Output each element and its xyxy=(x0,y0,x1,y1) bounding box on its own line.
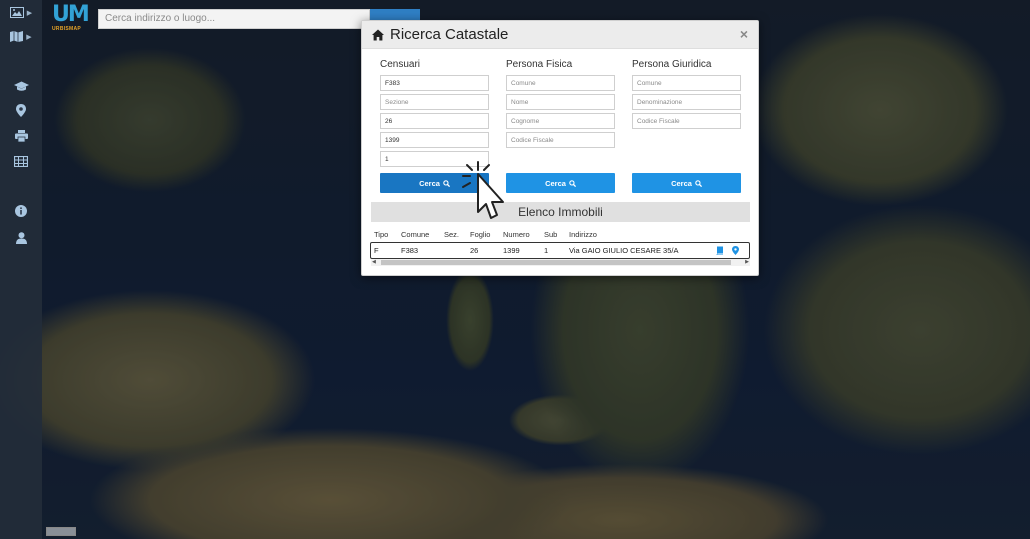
foglio-field[interactable]: 26 xyxy=(380,113,489,129)
mouse-cursor-icon xyxy=(462,161,504,219)
col-numero: Numero xyxy=(503,230,530,239)
locate-button[interactable] xyxy=(0,101,42,123)
user-button[interactable] xyxy=(0,228,42,250)
comune-field[interactable]: F383 xyxy=(380,75,489,91)
pf-nome-field[interactable]: Nome xyxy=(506,94,615,110)
search-input[interactable]: Cerca indirizzo o luogo... xyxy=(98,9,370,29)
persona-giuridica-column: Persona Giuridica Comune Denominazione C… xyxy=(632,59,742,129)
censuari-column: Censuari F383 Sezione 26 1399 1 xyxy=(380,59,490,167)
close-icon[interactable]: × xyxy=(740,26,748,42)
pf-cognome-field[interactable]: Cognome xyxy=(506,113,615,129)
cell-sub: 1 xyxy=(544,246,549,255)
persona-fisica-column: Persona Fisica Comune Nome Cognome Codic… xyxy=(506,59,616,148)
ricerca-catastale-modal: Ricerca Catastale × Censuari F383 Sezion… xyxy=(361,20,759,276)
col-sub: Sub xyxy=(544,230,558,239)
grid-button[interactable] xyxy=(0,151,42,173)
modal-title: Ricerca Catastale xyxy=(390,26,509,43)
numero-field[interactable]: 1399 xyxy=(380,132,489,148)
map-marker-icon[interactable] xyxy=(732,246,739,255)
scroll-thumb[interactable] xyxy=(381,260,731,265)
scale-bar xyxy=(46,527,76,536)
cell-indirizzo: Via GAIO GIULIO CESARE 35/A xyxy=(569,246,679,255)
logo-mark: UM xyxy=(52,2,90,27)
user-icon xyxy=(15,231,27,247)
pg-comune-field[interactable]: Comune xyxy=(632,75,741,91)
col-comune: Comune xyxy=(401,230,430,239)
pf-codice-fiscale-field[interactable]: Codice Fiscale xyxy=(506,132,615,148)
col-indirizzo: Indirizzo xyxy=(569,230,597,239)
col-foglio: Foglio xyxy=(470,230,491,239)
table-icon xyxy=(13,154,29,170)
pg-denominazione-field[interactable]: Denominazione xyxy=(632,94,741,110)
elenco-immobili-title: Elenco Immobili xyxy=(371,202,750,222)
map-marker-icon xyxy=(16,104,26,120)
caret-right-icon: ▶ xyxy=(26,34,32,41)
cerca-label: Cerca xyxy=(419,178,440,188)
persona-giuridica-heading: Persona Giuridica xyxy=(632,59,712,70)
search-icon xyxy=(569,179,576,187)
map-layer-button[interactable]: ▶ xyxy=(0,26,42,48)
search-icon xyxy=(443,179,450,187)
sezione-field[interactable]: Sezione xyxy=(380,94,489,110)
info-button[interactable] xyxy=(0,201,42,223)
cerca-label: Cerca xyxy=(671,178,692,188)
persona-fisica-heading: Persona Fisica xyxy=(506,59,573,70)
scroll-left-icon[interactable]: ◀ xyxy=(372,259,376,265)
cell-numero: 1399 xyxy=(503,246,520,255)
info-icon xyxy=(15,204,27,220)
modal-header: Ricerca Catastale xyxy=(362,21,758,49)
cerca-persona-giuridica-button[interactable]: Cerca xyxy=(632,173,741,193)
results-table-header: Tipo Comune Sez. Foglio Numero Sub Indir… xyxy=(371,229,750,241)
graduation-cap-icon xyxy=(13,79,29,95)
cerca-label: Cerca xyxy=(545,178,566,188)
map-icon xyxy=(10,29,24,45)
cerca-persona-fisica-button[interactable]: Cerca xyxy=(506,173,615,193)
print-icon xyxy=(14,129,28,145)
cell-foglio: 26 xyxy=(470,246,479,255)
col-sez: Sez. xyxy=(444,230,460,239)
table-row[interactable]: F F383 26 1399 1 Via GAIO GIULIO CESARE … xyxy=(370,242,750,259)
cell-tipo: F xyxy=(374,246,379,255)
censuari-heading: Censuari xyxy=(380,59,421,70)
book-icon[interactable] xyxy=(716,246,724,255)
basemap-layer-button[interactable]: ▶ xyxy=(0,2,42,24)
table-scrollbar[interactable]: ◀ ▶ xyxy=(371,259,750,266)
caret-right-icon: ▶ xyxy=(26,10,33,17)
home-icon xyxy=(372,29,384,40)
cell-comune: F383 xyxy=(401,246,419,255)
scroll-right-icon[interactable]: ▶ xyxy=(745,259,749,265)
search-icon xyxy=(695,179,702,187)
image-icon xyxy=(9,5,24,21)
pg-codice-fiscale-field[interactable]: Codice Fiscale xyxy=(632,113,741,129)
pf-comune-field[interactable]: Comune xyxy=(506,75,615,91)
urbismap-logo: UM URBISMAP xyxy=(52,4,90,36)
print-button[interactable] xyxy=(0,126,42,148)
col-tipo: Tipo xyxy=(374,230,389,239)
left-sidebar: ▶ ▶ xyxy=(0,0,42,539)
catasto-button[interactable] xyxy=(0,76,42,98)
